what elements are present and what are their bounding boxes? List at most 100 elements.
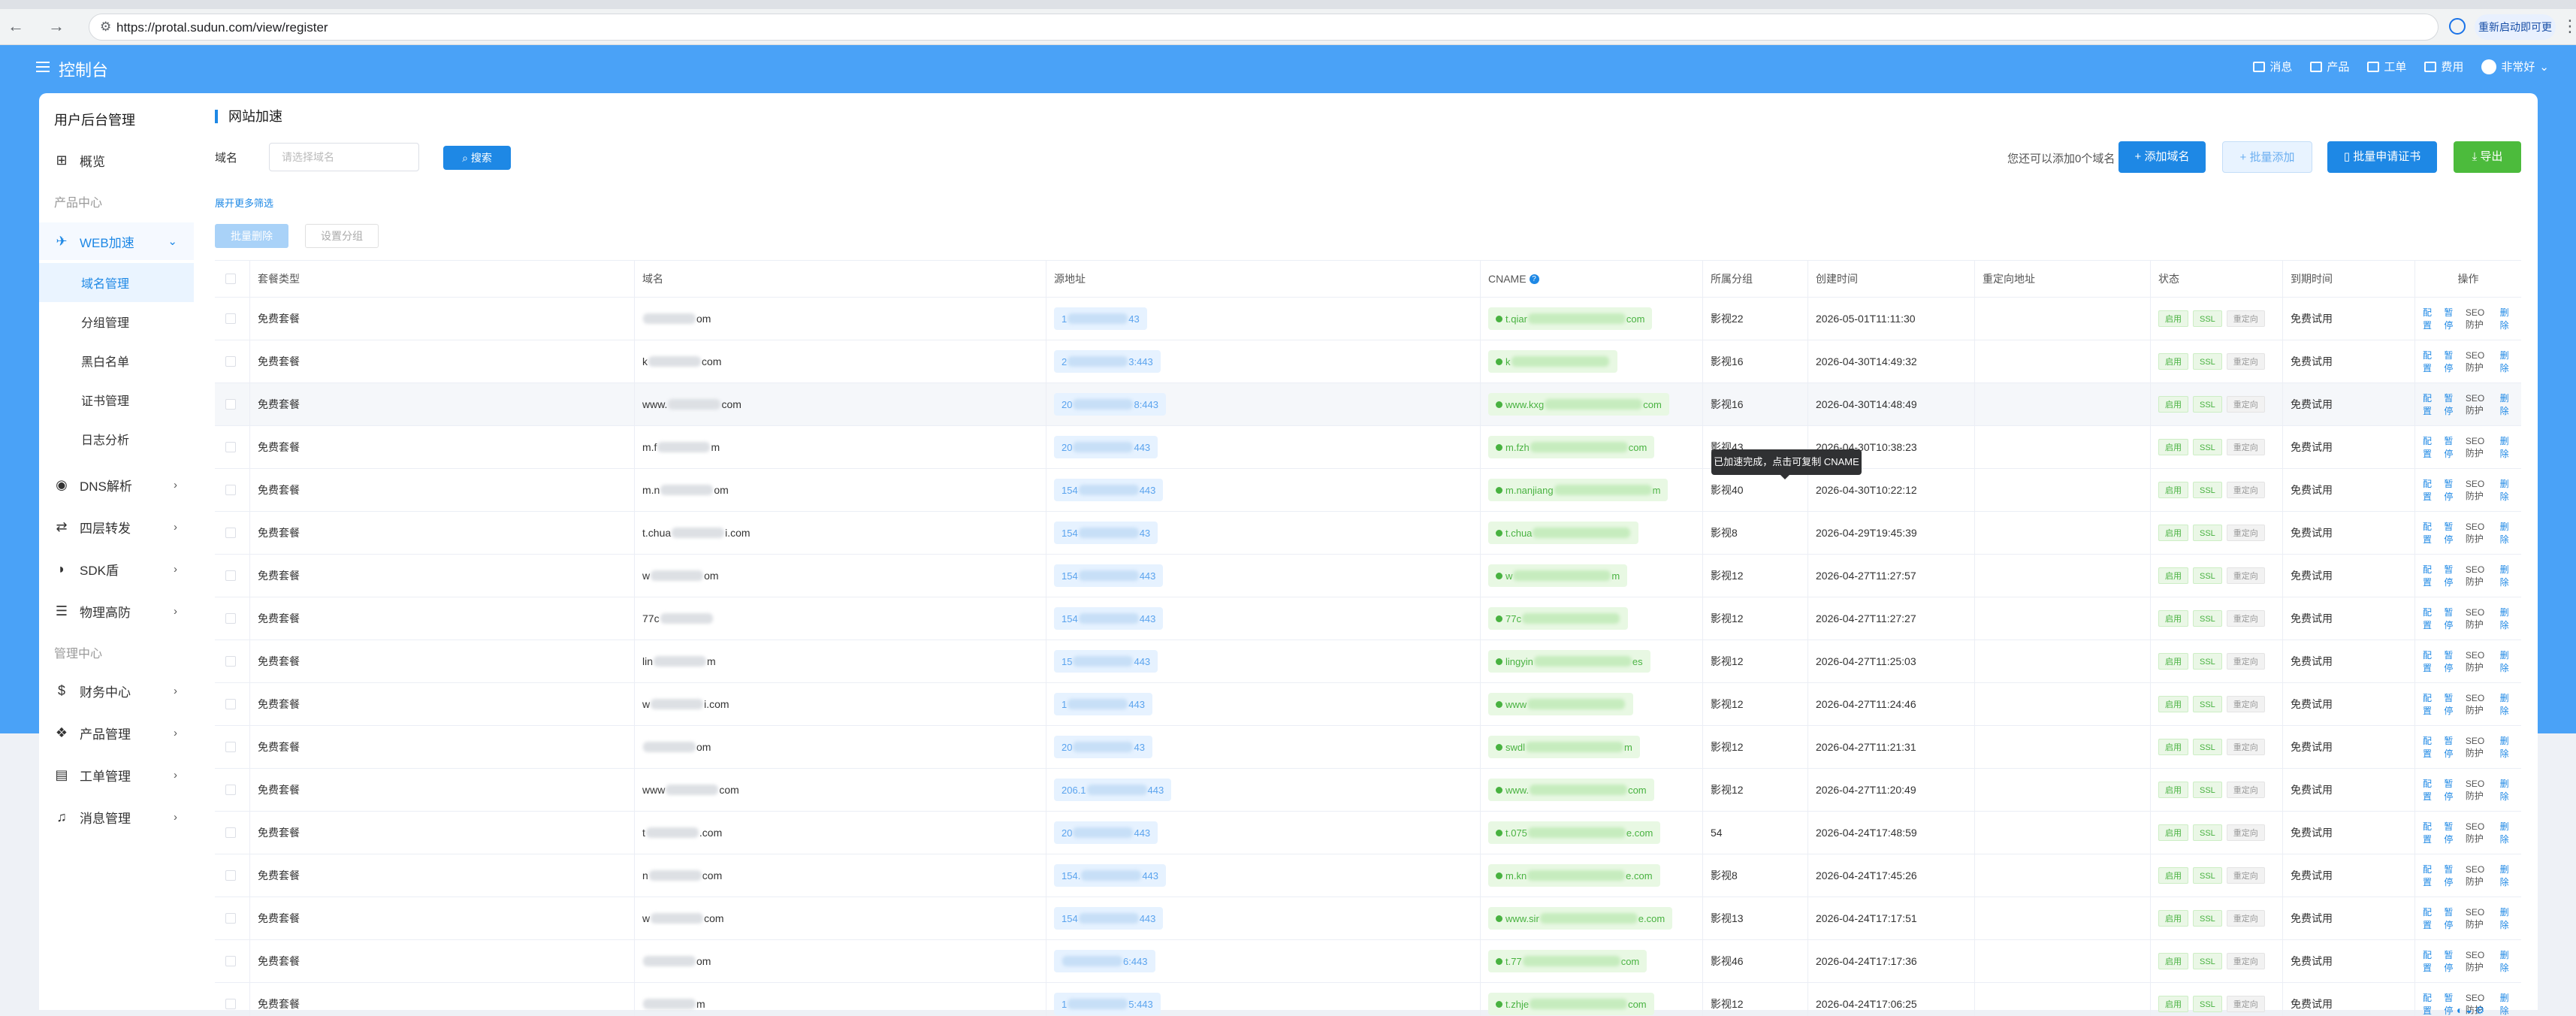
row-checkbox[interactable] — [225, 528, 236, 538]
table-row[interactable]: 免费套餐 w i.com 1 443 www 影视12 2026-04-27T11:24:46… — [215, 683, 2521, 726]
table-row[interactable]: 免费套餐 w om 154 443 w m 影视12 2026-04-27T11:27:57 启用… — [215, 555, 2521, 597]
delete-link[interactable]: 删除 — [2500, 563, 2512, 588]
delete-link[interactable]: 删除 — [2500, 306, 2512, 331]
sidebar-sub-blackwhite[interactable]: 黑白名单 — [39, 341, 194, 380]
seo-link[interactable]: SEO防护 — [2466, 650, 2491, 673]
seo-link[interactable]: SEO防护 — [2466, 864, 2491, 887]
table-row[interactable]: 免费套餐 k com 2 3:443 k 影视16 2026-04-30T14:49:32 启用… — [215, 340, 2521, 383]
sidebar-item-web-accel[interactable]: ✈ WEB加速 ⌄ — [39, 222, 194, 260]
row-checkbox[interactable] — [225, 913, 236, 924]
row-checkbox[interactable] — [225, 570, 236, 581]
pause-link[interactable]: 暂停 — [2444, 691, 2456, 717]
delete-link[interactable]: 删除 — [2500, 906, 2512, 931]
header-fees[interactable]: 费用 — [2424, 59, 2463, 74]
sidebar-item-ticket-mgmt[interactable]: ▤ 工单管理 › — [39, 756, 194, 794]
update-button[interactable]: 重新启动即可更新 — [2475, 14, 2556, 59]
batch-cert-button[interactable]: ▯ 批量申请证书 — [2327, 141, 2437, 173]
cname-pill[interactable]: www.sir e.com — [1488, 907, 1673, 930]
row-checkbox[interactable] — [225, 485, 236, 495]
config-link[interactable]: 配置 — [2423, 434, 2435, 460]
cname-pill[interactable]: www.kxg com — [1488, 393, 1669, 416]
row-checkbox[interactable] — [225, 742, 236, 752]
cname-pill[interactable]: m.nanjiang m — [1488, 479, 1669, 501]
cname-pill[interactable]: wm — [1488, 564, 1628, 587]
header-tickets[interactable]: 工单 — [2367, 59, 2406, 74]
seo-link[interactable]: SEO防护 — [2466, 821, 2491, 845]
cname-pill[interactable]: t.075 e.com — [1488, 821, 1661, 844]
row-checkbox[interactable] — [225, 442, 236, 452]
sidebar-sub-cert[interactable]: 证书管理 — [39, 380, 194, 419]
table-row[interactable]: 免费套餐 lin m 15 443 lingyin es 影视12 2026-04-27T11:… — [215, 640, 2521, 683]
config-link[interactable]: 配置 — [2423, 906, 2435, 931]
seo-link[interactable]: SEO防护 — [2466, 607, 2491, 630]
table-row[interactable]: 免费套餐 m.f m 20 443 m.fzh com 影视43 2026-04-30T10:3… — [215, 426, 2521, 469]
row-checkbox[interactable] — [225, 356, 236, 367]
browser-menu-icon[interactable]: ⋮ — [2562, 17, 2576, 36]
seo-link[interactable]: SEO防护 — [2466, 479, 2491, 502]
delete-link[interactable]: 删除 — [2500, 434, 2512, 460]
sidebar-sub-logs[interactable]: 日志分析 — [39, 419, 194, 458]
delete-link[interactable]: 删除 — [2500, 734, 2512, 760]
table-row[interactable]: 免费套餐 t.chua i.com 154 43 t.chua 影视8 2026-04-29T… — [215, 512, 2521, 555]
sidebar-item-msg-mgmt[interactable]: ♫ 消息管理 › — [39, 798, 194, 836]
row-checkbox[interactable] — [225, 827, 236, 838]
pause-link[interactable]: 暂停 — [2444, 948, 2456, 974]
pause-link[interactable]: 暂停 — [2444, 349, 2456, 374]
seo-link[interactable]: SEO防护 — [2466, 693, 2491, 716]
delete-link[interactable]: 删除 — [2500, 520, 2512, 546]
row-checkbox[interactable] — [225, 785, 236, 795]
pause-link[interactable]: 暂停 — [2444, 392, 2456, 417]
table-row[interactable]: 免费套餐 om 20 43 swdl m 影视12 2026-04-27T11:21:31 启用… — [215, 726, 2521, 769]
delete-link[interactable]: 删除 — [2500, 820, 2512, 845]
config-link[interactable]: 配置 — [2423, 306, 2435, 331]
config-link[interactable]: 配置 — [2423, 349, 2435, 374]
set-group-button[interactable]: 设置分组 — [305, 224, 379, 248]
row-checkbox[interactable] — [225, 656, 236, 667]
cname-pill[interactable]: www — [1488, 693, 1634, 715]
table-row[interactable]: 免费套餐 w com 154 443 www.sir e.com 影视13 2026-04-24… — [215, 897, 2521, 940]
seo-link[interactable]: SEO防护 — [2466, 736, 2491, 759]
cname-pill[interactable]: lingyin es — [1488, 650, 1650, 673]
config-link[interactable]: 配置 — [2423, 948, 2435, 974]
pause-link[interactable]: 暂停 — [2444, 606, 2456, 631]
delete-link[interactable]: 删除 — [2500, 392, 2512, 417]
info-icon[interactable]: ? — [1529, 274, 1539, 284]
pause-link[interactable]: 暂停 — [2444, 477, 2456, 503]
pause-link[interactable]: 暂停 — [2444, 520, 2456, 546]
delete-link[interactable]: 删除 — [2500, 777, 2512, 803]
row-checkbox[interactable] — [225, 956, 236, 966]
config-link[interactable]: 配置 — [2423, 649, 2435, 674]
cname-pill[interactable]: www. com — [1488, 779, 1654, 801]
pause-link[interactable]: 暂停 — [2444, 649, 2456, 674]
row-checkbox[interactable] — [225, 399, 236, 410]
profile-icon[interactable] — [2449, 18, 2466, 35]
row-checkbox[interactable] — [225, 613, 236, 624]
select-all-checkbox[interactable] — [225, 274, 236, 284]
sidebar-item-phys[interactable]: ☰ 物理高防 › — [39, 592, 194, 630]
config-link[interactable]: 配置 — [2423, 691, 2435, 717]
config-link[interactable]: 配置 — [2423, 520, 2435, 546]
delete-link[interactable]: 删除 — [2500, 991, 2512, 1016]
more-filter-link[interactable]: 展开更多筛选 — [215, 195, 273, 210]
menu-toggle-icon[interactable] — [36, 62, 50, 72]
pause-link[interactable]: 暂停 — [2444, 306, 2456, 331]
pause-link[interactable]: 暂停 — [2444, 734, 2456, 760]
table-row[interactable]: 免费套餐 t .com 20 443 t.075 e.com 54 2026-04-24T17:… — [215, 812, 2521, 854]
pause-link[interactable]: 暂停 — [2444, 777, 2456, 803]
seo-link[interactable]: SEO防护 — [2466, 907, 2491, 930]
header-user[interactable]: 非常好 ⌄ — [2481, 59, 2549, 74]
seo-link[interactable]: SEO防护 — [2466, 564, 2491, 588]
row-checkbox[interactable] — [225, 313, 236, 324]
cname-pill[interactable]: t.chua — [1488, 522, 1639, 544]
cname-pill[interactable]: swdl m — [1488, 736, 1640, 758]
delete-link[interactable]: 删除 — [2500, 691, 2512, 717]
table-row[interactable]: 免费套餐 www com 206.1 443 www. com 影视12 2026-04-27T… — [215, 769, 2521, 812]
table-row[interactable]: 免费套餐 om 1 43 t.qiar com 影视22 2026-05-01T11:11:3… — [215, 298, 2521, 340]
pause-link[interactable]: 暂停 — [2444, 434, 2456, 460]
table-row[interactable]: 免费套餐 om 6:443 t.77 com 影视46 2026-04-24T17:17:3… — [215, 940, 2521, 983]
cname-pill[interactable]: t.77 com — [1488, 950, 1647, 972]
sidebar-sub-group-mgmt[interactable]: 分组管理 — [39, 302, 194, 341]
config-link[interactable]: 配置 — [2423, 777, 2435, 803]
delete-link[interactable]: 删除 — [2500, 863, 2512, 888]
pause-link[interactable]: 暂停 — [2444, 991, 2456, 1016]
